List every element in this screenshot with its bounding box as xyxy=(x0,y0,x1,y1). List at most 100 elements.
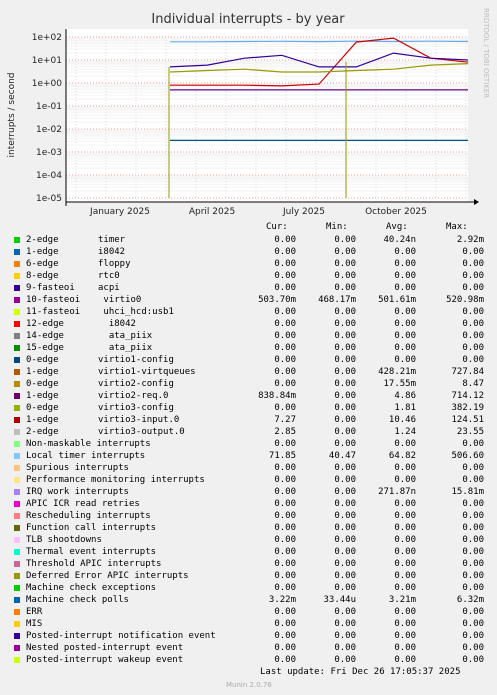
legend-value-avg: 0.00 xyxy=(394,571,416,581)
legend-row: Posted-interrupt wakeup event 0.00 0.00 0.0… xyxy=(0,655,497,667)
legend-value-avg: 0.00 xyxy=(394,547,416,557)
legend-series-device: rtc0 xyxy=(98,271,120,281)
legend-row: Local timer interrupts 71.85 40.47 64.82 506… xyxy=(0,451,497,463)
legend-value-min: 0.00 xyxy=(334,283,356,293)
legend-value-avg: 3.21m xyxy=(388,595,416,605)
legend-value-max: 0.00 xyxy=(462,559,484,569)
legend-value-min: 0.00 xyxy=(334,343,356,353)
legend-series-name: APIC ICR read retries xyxy=(26,499,140,509)
legend-value-cur: 0.00 xyxy=(274,367,296,377)
legend-row: ERR 0.00 0.00 0.00 0.00 xyxy=(0,607,497,619)
legend-value-min: 0.00 xyxy=(334,487,356,497)
legend-value-avg: 0.00 xyxy=(394,439,416,449)
legend-value-max: 727.84 xyxy=(451,367,484,377)
legend-value-max: 0.00 xyxy=(462,643,484,653)
legend-value-avg: 0.00 xyxy=(394,283,416,293)
legend-value-min: 0.00 xyxy=(334,631,356,641)
legend-series-name: 1-edge xyxy=(26,391,59,401)
legend-row: Performance monitoring interrupts 0.00 0.0… xyxy=(0,475,497,487)
legend-value-min: 0.00 xyxy=(334,271,356,281)
legend-value-cur: 3.22m xyxy=(268,595,296,605)
legend-swatch xyxy=(14,369,20,375)
legend-series-name: Deferred Error APIC interrupts xyxy=(26,571,189,581)
legend-value-avg: 0.00 xyxy=(394,619,416,629)
series-line xyxy=(170,40,469,43)
legend-value-min: 0.00 xyxy=(334,367,356,377)
legend-value-cur: 0.00 xyxy=(274,583,296,593)
legend-series-device: acpi xyxy=(98,283,120,293)
legend-value-min: 0.00 xyxy=(334,655,356,665)
legend-swatch xyxy=(14,453,20,459)
legend-row: Posted-interrupt notification event 0.00 0… xyxy=(0,631,497,643)
legend-swatch xyxy=(14,393,20,399)
legend-row: 15-edge ata_piix 0.00 0.00 0.00 0.00 xyxy=(0,343,497,355)
legend-row: Machine check polls 3.22m 33.44u 3.21m 6.32m xyxy=(0,595,497,607)
legend-series-device: virtio3-config xyxy=(98,403,174,413)
legend-header-min: Min: xyxy=(326,222,348,232)
legend-series-name: 1-edge xyxy=(26,367,59,377)
legend-value-max: 0.00 xyxy=(462,343,484,353)
legend-row: TLB shootdowns 0.00 0.00 0.00 0.00 xyxy=(0,535,497,547)
legend-value-min: 0.00 xyxy=(334,547,356,557)
x-tick-labels: January 2025 April 2025 July 2025 October 2… xyxy=(89,207,427,217)
legend-value-max: 0.00 xyxy=(462,655,484,665)
legend-row: 1-edge virtio3-input.0 7.27 0.00 10.46 124.51 xyxy=(0,415,497,427)
legend-value-min: 0.00 xyxy=(334,523,356,533)
legend-swatch xyxy=(14,333,20,339)
legend-value-avg: 0.00 xyxy=(394,319,416,329)
legend-value-min: 0.00 xyxy=(334,499,356,509)
legend-value-min: 0.00 xyxy=(334,475,356,485)
x-tick-label: January 2025 xyxy=(89,207,150,217)
legend-swatch xyxy=(14,489,20,495)
legend-series-name: IRQ work interrupts xyxy=(26,487,129,497)
legend-value-min: 0.00 xyxy=(334,643,356,653)
legend-row: 0-edge virtio3-config 0.00 0.00 1.81 382.19 xyxy=(0,403,497,415)
legend-value-cur: 0.00 xyxy=(274,283,296,293)
legend-value-avg: 0.00 xyxy=(394,259,416,269)
legend-value-max: 0.00 xyxy=(462,607,484,617)
legend-value-cur: 838.84m xyxy=(258,391,296,401)
legend-series-name: Local timer interrupts xyxy=(26,451,146,461)
legend-row: 2-edge virtio3-output.0 2.85 0.00 1.24 23.55 xyxy=(0,427,497,439)
legend-swatch xyxy=(14,477,20,483)
x-tick-label: April 2025 xyxy=(189,207,235,217)
legend-value-min: 0.00 xyxy=(334,415,356,425)
x-axis-arrow xyxy=(474,199,479,205)
legend-value-min: 0.00 xyxy=(334,391,356,401)
y-tick-label: 1e+02 xyxy=(32,33,62,43)
legend-value-cur: 503.70m xyxy=(258,295,296,305)
legend-value-cur: 0.00 xyxy=(274,235,296,245)
legend-swatch xyxy=(14,645,20,651)
legend-swatch xyxy=(14,465,20,471)
y-tick-label: 1e+00 xyxy=(32,79,63,89)
legend-value-max: 0.00 xyxy=(462,247,484,257)
legend-value-avg: 0.00 xyxy=(394,631,416,641)
legend-value-min: 0.00 xyxy=(334,571,356,581)
legend-value-min: 40.47 xyxy=(328,451,356,461)
legend-swatch xyxy=(14,537,20,543)
legend-swatch xyxy=(14,273,20,279)
legend-value-cur: 0.00 xyxy=(274,511,296,521)
legend-value-min: 0.00 xyxy=(334,247,356,257)
legend-series-device: virtio2-req.0 xyxy=(98,391,169,401)
legend-row: 0-edge virtio1-config 0.00 0.00 0.00 0.00 xyxy=(0,355,497,367)
legend-header-cur: Cur: xyxy=(266,222,288,232)
legend-row: 9-fasteoi acpi 0.00 0.00 0.00 0.00 xyxy=(0,283,497,295)
legend-value-min: 0.00 xyxy=(334,319,356,329)
legend-series-device: virtio1-config xyxy=(98,355,174,365)
legend-value-max: 124.51 xyxy=(451,415,484,425)
legend-value-cur: 0.00 xyxy=(274,307,296,317)
legend-value-avg: 17.55m xyxy=(383,379,416,389)
legend-swatch xyxy=(14,549,20,555)
legend-value-avg: 0.00 xyxy=(394,511,416,521)
legend-value-cur: 0.00 xyxy=(274,535,296,545)
legend-value-max: 0.00 xyxy=(462,307,484,317)
legend-value-cur: 0.00 xyxy=(274,439,296,449)
legend-value-avg: 271.87n xyxy=(378,487,416,497)
legend-series-name: Spurious interrupts xyxy=(26,463,129,473)
legend-value-cur: 0.00 xyxy=(274,247,296,257)
legend-value-min: 0.00 xyxy=(334,235,356,245)
legend-value-max: 6.32m xyxy=(456,595,484,605)
legend-value-avg: 64.82 xyxy=(388,451,416,461)
legend-value-avg: 1.24 xyxy=(394,427,416,437)
